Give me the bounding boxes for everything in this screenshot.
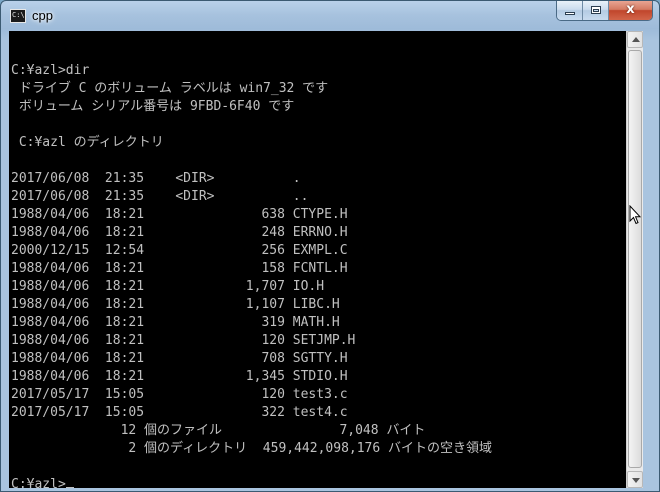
minimize-icon bbox=[565, 12, 575, 15]
console-line: 1988/04/06 18:21 248 ERRNO.H bbox=[11, 225, 348, 240]
console-line: 1988/04/06 18:21 319 MATH.H bbox=[11, 315, 340, 330]
console-line: 1988/04/06 18:21 1,707 IO.H bbox=[11, 279, 325, 294]
console-line: ボリューム シリアル番号は 9FBD-6F40 です bbox=[11, 99, 295, 114]
console-line: 1988/04/06 18:21 638 CTYPE.H bbox=[11, 207, 348, 222]
scroll-up-button[interactable] bbox=[627, 31, 643, 48]
text-cursor bbox=[65, 487, 74, 488]
close-button[interactable]: x bbox=[609, 1, 652, 20]
console-line: 1988/04/06 18:21 1,107 LIBC.H bbox=[11, 297, 340, 312]
maximize-icon bbox=[591, 6, 601, 14]
console-line: 1988/04/06 18:21 120 SETJMP.H bbox=[11, 333, 356, 348]
maximize-button[interactable] bbox=[583, 1, 609, 20]
caption-buttons: x bbox=[556, 1, 653, 21]
close-icon: x bbox=[626, 2, 635, 17]
minimize-button[interactable] bbox=[557, 1, 583, 20]
arrow-down-icon bbox=[632, 478, 640, 483]
console-line: 1988/04/06 18:21 708 SGTTY.H bbox=[11, 351, 348, 366]
window-title: cpp bbox=[32, 8, 53, 23]
mouse-pointer-icon bbox=[629, 205, 641, 225]
console-output-area[interactable]: C:¥azl>dir ドライブ C のボリューム ラベルは win7_32 です… bbox=[9, 31, 626, 488]
console-line: 1988/04/06 18:21 1,345 STDIO.H bbox=[11, 369, 348, 384]
console-icon[interactable]: C:\ bbox=[10, 9, 26, 23]
console-window: C:\ cpp x C:¥azl>dir ドライブ C のボリューム ラベルは … bbox=[0, 0, 660, 492]
console-line: ドライブ C のボリューム ラベルは win7_32 です bbox=[11, 81, 329, 96]
console-line: C:¥azl> bbox=[11, 476, 626, 488]
console-text: C:¥azl>dir ドライブ C のボリューム ラベルは win7_32 です… bbox=[9, 31, 626, 488]
console-line: 2 個のディレクトリ 459,442,098,176 バイトの空き領域 bbox=[11, 441, 493, 456]
console-line: 2017/05/17 15:05 120 test3.c bbox=[11, 387, 348, 402]
title-bar[interactable]: C:\ cpp x bbox=[1, 1, 659, 31]
console-line: C:¥azl のディレクトリ bbox=[11, 135, 164, 150]
arrow-up-icon bbox=[632, 37, 640, 42]
console-line: 12 個のファイル 7,048 バイト bbox=[11, 423, 426, 438]
vertical-scrollbar[interactable] bbox=[626, 31, 643, 488]
console-line: C:¥azl>dir bbox=[11, 63, 90, 78]
console-line: 2017/06/08 21:35 <DIR> .. bbox=[11, 189, 309, 204]
console-line: 2017/05/17 15:05 322 test4.c bbox=[11, 405, 348, 420]
console-line: 1988/04/06 18:21 158 FCNTL.H bbox=[11, 261, 348, 276]
console-line: 2000/12/15 12:54 256 EXMPL.C bbox=[11, 243, 348, 258]
scroll-thumb[interactable] bbox=[628, 50, 642, 468]
scroll-down-button[interactable] bbox=[627, 471, 643, 488]
console-line: 2017/06/08 21:35 <DIR> . bbox=[11, 171, 301, 186]
